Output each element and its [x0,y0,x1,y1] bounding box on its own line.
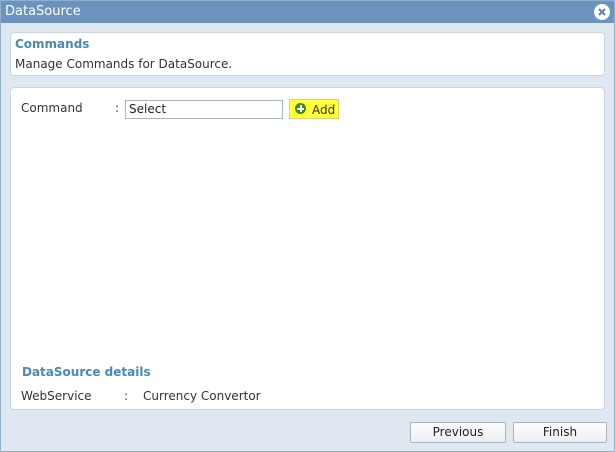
webservice-label: WebService [21,389,92,403]
window-title: DataSource [5,4,81,19]
commands-panel: Command : Select Add DataSource details … [10,87,605,410]
finish-button[interactable]: Finish [513,422,607,443]
add-label: Add [312,103,336,117]
webservice-value: Currency Convertor [143,389,261,403]
datasource-dialog: DataSource Commands Manage Commands for … [0,0,615,452]
webservice-separator: : [124,389,129,403]
previous-button[interactable]: Previous [410,422,506,443]
close-icon [598,8,606,16]
details-title: DataSource details [22,365,151,379]
plus-circle-icon [295,103,306,114]
add-command-button[interactable]: Add [289,99,339,119]
commands-header-panel: Commands Manage Commands for DataSource. [10,32,605,76]
section-title: Commands [15,37,90,51]
section-description: Manage Commands for DataSource. [15,57,233,71]
command-label: Command [21,101,83,115]
titlebar: DataSource [1,1,614,23]
command-select[interactable]: Select [125,100,283,119]
close-button[interactable] [594,4,610,20]
command-separator: : [115,101,120,115]
